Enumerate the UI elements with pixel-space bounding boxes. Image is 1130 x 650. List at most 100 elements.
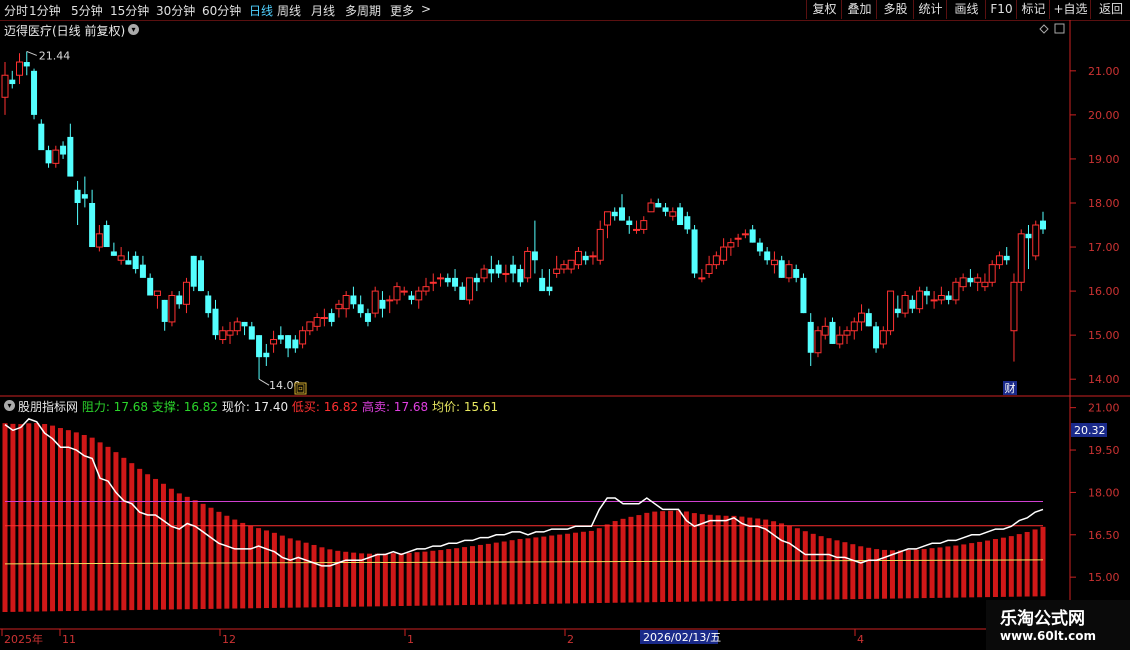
ind-bar-102 [810,533,816,600]
candle-body-33 [241,321,248,327]
candle-body-32 [233,321,241,332]
candle-body-20 [147,277,154,296]
ind-bar-18 [145,474,151,610]
candle-body-67 [488,269,495,274]
ind-bar-39 [311,544,317,608]
candle-body-38 [277,335,284,340]
ind-bar-98 [779,523,785,601]
ind-bar-50 [398,553,404,606]
ind-bar-94 [747,517,753,601]
ind-bar-88 [699,514,705,602]
candle-body-117 [850,321,858,332]
chart-settings-icon[interactable]: ▾ [128,24,139,35]
candle-body-89 [647,202,655,213]
candle-body-138 [1003,255,1010,261]
x-label-0: 2025年 [4,632,43,646]
ind-bar-83 [660,511,666,603]
candle-body-82 [596,228,604,261]
x-label-1: 11 [62,633,76,646]
candle-body-104 [756,242,763,252]
candle-body-122 [887,290,895,332]
ind-bar-35 [279,535,285,608]
ind-bar-28 [224,515,230,609]
ind-bar-17 [137,468,143,610]
candle-body-91 [662,207,669,212]
candle-body-34 [248,326,255,340]
ind-bar-25 [200,503,206,609]
candle-body-60 [437,277,445,280]
candle-body-15 [110,251,117,256]
candle-body-111 [807,321,814,353]
candle-body-79 [574,250,582,266]
ind-bar-47 [374,553,380,607]
ind-y-tick-label-4: 15.00 [1088,571,1120,584]
candle-body-70 [510,264,517,274]
ind-bar-24 [192,500,198,610]
chart-title: 迈得医疗(日线 前复权) [4,24,126,38]
ind-bar-8 [65,430,71,612]
ind-bar-70 [557,534,563,604]
ind-bar-121 [961,544,967,598]
ind-bar-21 [168,488,174,610]
ind-bar-29 [232,519,238,609]
ind-bar-131 [1040,526,1046,597]
candle-body-123 [894,308,901,314]
ind-bar-12 [97,442,103,611]
candle-body-107 [778,260,785,278]
candle-body-100 [727,242,735,248]
ind-bar-32 [256,528,262,609]
candle-body-10 [74,189,81,203]
ind-bar-128 [1016,534,1022,597]
candle-body-118 [858,312,866,323]
ind-bar-78 [620,518,626,603]
candle-body-137 [995,255,1003,266]
candle-body-44 [320,317,328,320]
candle-body-125 [909,299,916,309]
ind-bar-33 [263,530,269,609]
indicator-value-3: 低买: 16.82 [291,400,362,414]
ind-bar-19 [153,478,159,610]
ind-bar-34 [271,532,277,608]
ind-bar-80 [636,515,642,603]
ind-bar-112 [889,550,895,599]
candle-body-102 [741,233,749,236]
candle-body-132 [959,277,967,288]
candle-body-8 [60,145,67,155]
ind-bar-119 [945,546,951,598]
candle-body-41 [299,330,307,345]
ind-bar-124 [985,540,991,598]
candle-body-115 [836,334,844,345]
candle-body-39 [285,335,292,349]
ind-bar-122 [969,543,975,598]
ind-bar-110 [874,549,880,599]
ind-bar-36 [287,538,293,608]
ind-bar-74 [588,530,594,604]
ind-bar-16 [129,463,135,611]
candle-body-46 [335,303,343,310]
candle-body-99 [720,246,728,261]
candle-body-134 [974,277,982,283]
stock-chart[interactable]: 21.00 20.00 19.00 18.00 17.00 16.00 15.00 14.00… [0,0,1130,650]
candle-body-2 [16,61,24,76]
candle-body-96 [698,277,706,280]
ind-bar-90 [715,515,721,602]
candle-body-62 [452,277,459,287]
candle-body-53 [386,299,394,302]
ind-bar-96 [763,519,769,601]
candle-body-86 [626,220,633,226]
candle-body-81 [589,255,597,258]
candle-body-49 [357,304,364,314]
ind-bar-1 [10,423,16,612]
candle-body-45 [328,313,335,322]
ind-bar-5 [42,424,48,612]
indicator-settings-icon[interactable]: ▾ [4,400,15,411]
candle-body-92 [669,211,677,217]
ind-bar-27 [216,511,222,609]
x-label-5: 4 [857,633,864,646]
ind-bar-104 [826,538,832,600]
candle-body-50 [364,313,371,322]
candle-body-120 [873,326,880,349]
candle-body-37 [270,339,278,345]
ind-bar-30 [240,522,246,609]
y-tick-label-1: 20.00 [1088,109,1120,122]
